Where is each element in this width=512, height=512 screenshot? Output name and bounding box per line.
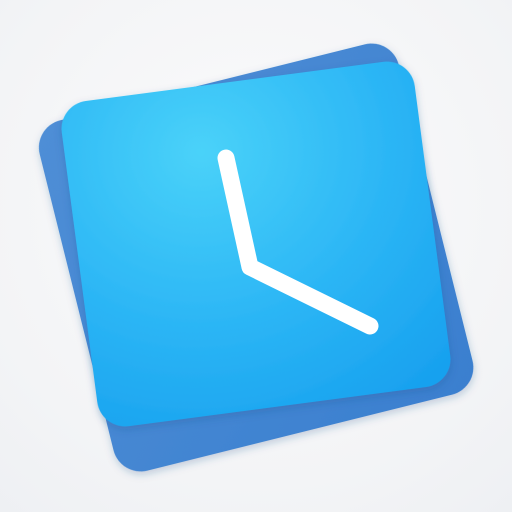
app-icon-canvas [0, 0, 512, 512]
clock-app-icon[interactable] [0, 0, 512, 512]
front-card [61, 61, 451, 427]
